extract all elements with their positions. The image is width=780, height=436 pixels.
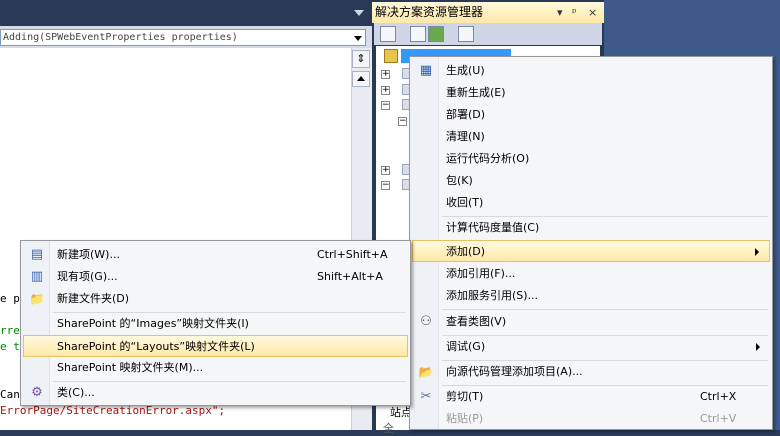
submenu-arrow-icon [756, 343, 760, 351]
menu-item-new-folder[interactable]: 📁 新建文件夹(D) [23, 288, 408, 310]
solution-explorer-toolbar [374, 23, 602, 45]
submenu-arrow-icon [755, 248, 759, 256]
menu-item-label: 类(C)... [57, 386, 95, 399]
menu-separator [442, 309, 768, 310]
tree-item-label[interactable]: 全 [383, 420, 394, 436]
pin-icon[interactable]: ᵖ [572, 2, 577, 23]
view-class-diagram-icon[interactable] [458, 26, 474, 42]
menu-item-label: 添加服务引用(S)... [446, 289, 539, 302]
scroll-up-icon[interactable] [352, 71, 370, 87]
menu-item-shortcut: Ctrl+V [700, 412, 737, 425]
class-icon: ⚙ [31, 385, 43, 400]
chevron-down-icon[interactable] [354, 36, 362, 41]
project-icon [384, 49, 398, 63]
menu-item-label: 部署(D) [446, 108, 486, 121]
menu-item-label: SharePoint 映射文件夹(M)... [57, 361, 204, 374]
menu-item-label: 运行代码分析(O) [446, 152, 530, 165]
menu-item-rebuild[interactable]: 重新生成(E) [412, 82, 770, 104]
collapse-icon[interactable]: − [381, 181, 390, 190]
menu-item-add[interactable]: 添加(D) [412, 240, 770, 262]
existing-item-icon: ▥ [30, 269, 44, 284]
menu-item-label: 新建文件夹(D) [57, 292, 130, 305]
panel-title: 解决方案资源管理器 [375, 5, 484, 19]
close-icon[interactable]: × [588, 2, 597, 23]
menu-item-label: 收回(T) [446, 196, 484, 209]
menu-item-label: SharePoint 的“Images”映射文件夹(I) [57, 317, 249, 330]
properties-icon[interactable] [380, 26, 396, 42]
menu-item-deploy[interactable]: 部署(D) [412, 104, 770, 126]
menu-item-add-to-source-control[interactable]: 📂 向源代码管理添加项目(A)... [412, 361, 770, 383]
window-position-icon[interactable]: ▾ [557, 2, 563, 23]
editor-tab-strip [0, 0, 372, 26]
expand-icon[interactable]: + [381, 70, 390, 79]
menu-item-retract[interactable]: 收回(T) [412, 192, 770, 214]
menu-item-label: 现有项(G)... [57, 270, 118, 283]
menu-item-label: 粘贴(P) [446, 412, 484, 425]
expand-icon[interactable]: + [381, 166, 390, 175]
menu-item-package[interactable]: 包(K) [412, 170, 770, 192]
menu-item-images-mapped-folder[interactable]: SharePoint 的“Images”映射文件夹(I) [23, 313, 408, 335]
solution-explorer-title: 解决方案资源管理器 ▾ ᵖ × [372, 2, 604, 23]
menu-item-label: 添加(D) [446, 245, 486, 258]
menu-item-label: 查看类图(V) [446, 315, 507, 328]
menu-item-class[interactable]: ⚙ 类(C)... [23, 382, 408, 404]
menu-item-label: 向源代码管理添加项目(A)... [446, 365, 583, 378]
menu-item-label: 生成(U) [446, 64, 485, 77]
menu-item-label: 包(K) [446, 174, 473, 187]
menu-item-clean[interactable]: 清理(N) [412, 126, 770, 148]
menu-item-new-item[interactable]: ▤ 新建项(W)... Ctrl+Shift+A [23, 244, 408, 266]
menu-item-add-reference[interactable]: 添加引用(F)... [412, 263, 770, 285]
menu-item-label: 计算代码度量值(C) [446, 221, 540, 234]
menu-item-paste[interactable]: 粘贴(P) Ctrl+V [412, 408, 770, 430]
menu-item-shortcut: Ctrl+X [700, 390, 737, 403]
project-context-menu: ▦ 生成(U) 重新生成(E) 部署(D) 清理(N) 运行代码分析(O) 包(… [409, 56, 773, 430]
refresh-icon[interactable] [428, 26, 444, 42]
scissors-icon: ✂ [420, 389, 432, 404]
build-icon: ▦ [419, 63, 433, 78]
split-editor-icon[interactable]: ⇕ [352, 50, 370, 68]
menu-item-label: 新建项(W)... [57, 248, 120, 261]
new-item-icon: ▤ [30, 247, 44, 262]
menu-item-code-analysis[interactable]: 运行代码分析(O) [412, 148, 770, 170]
menu-item-label: 清理(N) [446, 130, 485, 143]
menu-item-code-metrics[interactable]: 计算代码度量值(C) [412, 217, 770, 239]
toolbar-separator [400, 27, 408, 39]
menu-item-shortcut: Shift+Alt+A [317, 270, 383, 283]
expand-icon[interactable]: + [381, 86, 390, 95]
menu-item-label: SharePoint 的“Layouts”映射文件夹(L) [57, 340, 255, 353]
source-control-add-icon: 📂 [418, 365, 434, 379]
collapse-icon[interactable]: − [398, 117, 407, 126]
menu-item-build[interactable]: ▦ 生成(U) [412, 60, 770, 82]
tab-dropdown-icon[interactable] [354, 10, 364, 16]
folder-icon: 📁 [29, 292, 45, 306]
menu-item-label: 添加引用(F)... [446, 267, 516, 280]
show-all-files-icon[interactable] [410, 26, 426, 42]
menu-item-existing-item[interactable]: ▥ 现有项(G)... Shift+Alt+A [23, 266, 408, 288]
code-line: e p [0, 292, 20, 305]
menu-item-debug[interactable]: 调试(G) [412, 336, 770, 358]
menu-item-layouts-mapped-folder[interactable]: SharePoint 的“Layouts”映射文件夹(L) [23, 335, 408, 357]
collapse-icon[interactable]: − [381, 101, 390, 110]
menu-item-mapped-folder[interactable]: SharePoint 映射文件夹(M)... [23, 357, 408, 379]
add-submenu: ▤ 新建项(W)... Ctrl+Shift+A ▥ 现有项(G)... Shi… [20, 240, 411, 406]
menu-item-shortcut: Ctrl+Shift+A [317, 248, 388, 261]
class-diagram-icon: ⚇ [420, 314, 432, 329]
member-dropdown[interactable]: Adding(SPWebEventProperties properties) [0, 29, 366, 46]
member-dropdown-value: Adding(SPWebEventProperties properties) [3, 32, 238, 43]
menu-item-add-service-reference[interactable]: 添加服务引用(S)... [412, 285, 770, 307]
menu-item-label: 重新生成(E) [446, 86, 506, 99]
menu-item-view-class-diagram[interactable]: ⚇ 查看类图(V) [412, 311, 770, 333]
menu-item-cut[interactable]: ✂ 剪切(T) Ctrl+X [412, 386, 770, 408]
menu-item-label: 调试(G) [446, 340, 486, 353]
menu-item-label: 剪切(T) [446, 390, 484, 403]
